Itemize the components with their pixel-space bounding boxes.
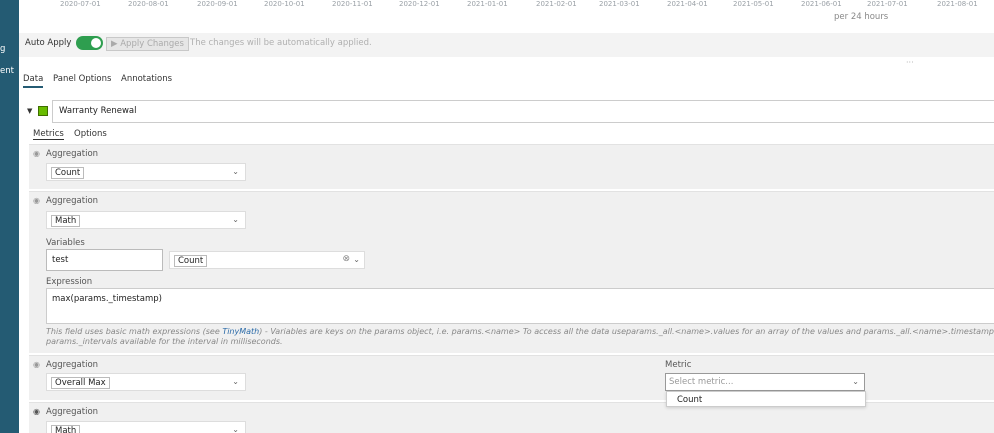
apply-changes-button[interactable]: ▶ Apply Changes (106, 37, 189, 51)
sidebar-label-2[interactable]: ent (0, 66, 14, 76)
sidebar-label-1[interactable]: g (0, 44, 5, 54)
tab-options[interactable]: Options (74, 129, 107, 139)
tab-metrics[interactable]: Metrics (33, 129, 64, 140)
x-tick: 2021-04-01 (667, 0, 708, 8)
variable-metric-select[interactable]: Count ⊗ ⌄ (169, 251, 365, 269)
metric-panel-count: ◉ Aggregation Count ⌄ (29, 144, 994, 189)
aggregation-select[interactable]: Overall Max ⌄ (46, 373, 246, 391)
expression-help-text: This field uses basic math expressions (… (46, 327, 994, 347)
chevron-down-icon: ⌄ (232, 215, 239, 224)
help-text-line2: params._intervals available for the inte… (46, 337, 283, 346)
aggregation-value: Math (51, 425, 81, 433)
x-tick: 2021-06-01 (801, 0, 842, 8)
chevron-down-icon: ⌄ (353, 255, 360, 264)
auto-apply-label: Auto Apply (25, 38, 72, 48)
x-tick: 2020-07-01 (60, 0, 101, 8)
eye-slash-icon[interactable]: ◉ (33, 196, 40, 205)
aggregation-value: Count (51, 167, 85, 179)
variable-metric-value: Count (174, 255, 208, 267)
resize-handle-icon[interactable]: ··· (906, 58, 914, 67)
aggregation-select[interactable]: Math ⌄ (46, 211, 246, 229)
x-tick: 2021-08-01 (937, 0, 978, 8)
series-row: ▼ Warranty Renewal (19, 100, 994, 124)
toggle-knob (91, 38, 101, 48)
interval-label: per 24 hours (834, 12, 889, 22)
chevron-down-icon: ⌄ (232, 425, 239, 433)
metric-option-count[interactable]: Count (677, 395, 702, 405)
aggregation-value: Overall Max (51, 377, 110, 389)
x-tick: 2020-12-01 (399, 0, 440, 8)
chart-x-axis: 2020-07-01 2020-08-01 2020-09-01 2020-10… (19, 0, 994, 30)
series-color-swatch[interactable] (38, 106, 48, 116)
help-text-suffix: ) - Variables are keys on the params obj… (259, 327, 994, 336)
tinymath-link[interactable]: TinyMath (222, 327, 259, 336)
x-tick: 2021-07-01 (867, 0, 908, 8)
x-tick: 2020-11-01 (332, 0, 373, 8)
metric-label: Metric (665, 360, 692, 370)
metric-placeholder: Select metric... (669, 377, 734, 387)
chevron-down-icon: ⌄ (232, 377, 239, 386)
clear-icon[interactable]: ⊗ (342, 254, 350, 264)
x-tick: 2020-09-01 (197, 0, 238, 8)
x-tick: 2021-01-01 (467, 0, 508, 8)
collapse-caret-icon[interactable]: ▼ (27, 107, 32, 115)
aggregation-label: Aggregation (46, 149, 99, 159)
auto-apply-note: The changes will be automatically applie… (190, 38, 372, 48)
metric-panel-math: ◉ Aggregation Math ⌄ Variables test Coun… (29, 191, 994, 353)
tab-annotations[interactable]: Annotations (121, 74, 172, 84)
eye-slash-icon[interactable]: ◉ (33, 149, 40, 158)
series-label-input[interactable]: Warranty Renewal (52, 100, 994, 123)
aggregation-label: Aggregation (46, 360, 99, 370)
x-tick: 2021-02-01 (536, 0, 577, 8)
x-tick: 2021-05-01 (733, 0, 774, 8)
x-tick: 2021-03-01 (599, 0, 640, 8)
main-panel: 2020-07-01 2020-08-01 2020-09-01 2020-10… (19, 0, 994, 433)
aggregation-value: Math (51, 215, 81, 227)
metric-select[interactable]: Select metric... ⌄ (665, 373, 865, 391)
help-text-prefix: This field uses basic math expressions (… (46, 327, 223, 336)
x-tick: 2020-08-01 (128, 0, 169, 8)
left-sidebar: g ent (0, 0, 19, 433)
chevron-down-icon: ⌄ (852, 377, 859, 386)
aggregation-label: Aggregation (46, 407, 99, 417)
tab-data[interactable]: Data (23, 74, 44, 88)
apply-bar: Auto Apply ▶ Apply Changes The changes w… (19, 33, 994, 57)
aggregation-select[interactable]: Math ⌄ (46, 421, 246, 433)
variable-name-input[interactable]: test (46, 249, 163, 271)
x-tick: 2020-10-01 (264, 0, 305, 8)
eye-slash-icon[interactable]: ◉ (33, 360, 40, 369)
tab-panel-options[interactable]: Panel Options (53, 74, 111, 84)
variables-label: Variables (46, 238, 85, 248)
chevron-down-icon: ⌄ (232, 167, 239, 176)
aggregation-select[interactable]: Count ⌄ (46, 163, 246, 181)
aggregation-label: Aggregation (46, 196, 99, 206)
expression-label: Expression (46, 277, 93, 287)
eye-icon[interactable]: ◉ (33, 407, 40, 416)
expression-input[interactable]: max(params._timestamp) (46, 288, 994, 324)
auto-apply-toggle[interactable] (76, 36, 103, 50)
metric-dropdown-menu: Count (666, 391, 866, 407)
